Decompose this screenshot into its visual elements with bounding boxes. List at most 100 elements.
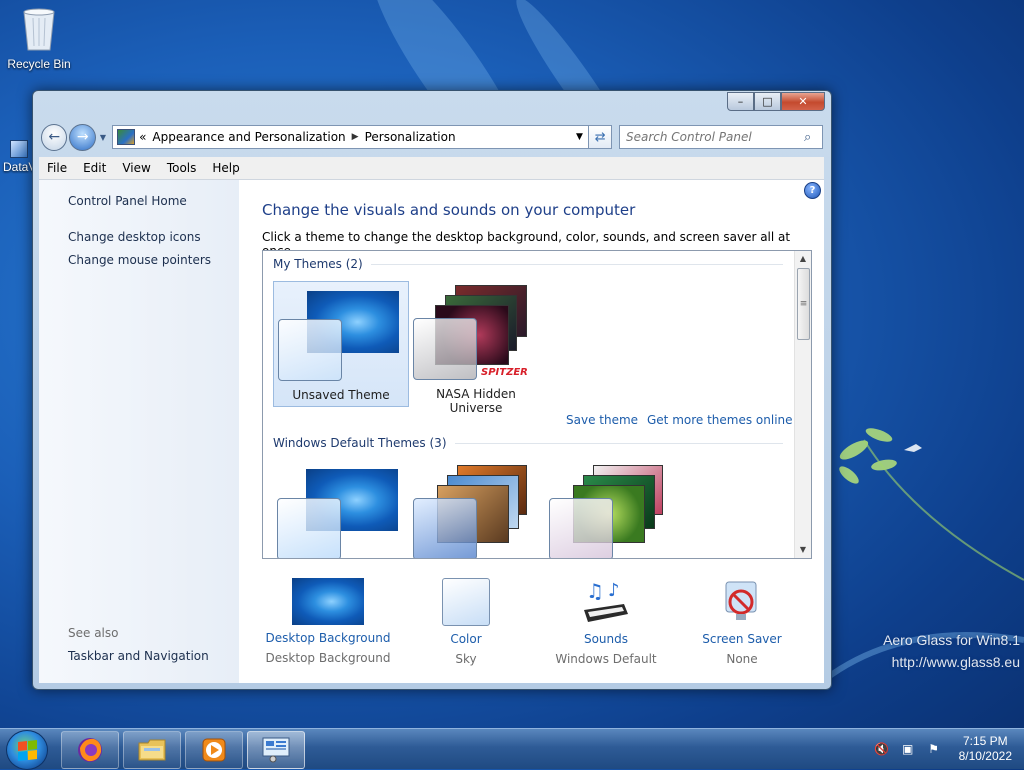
screen-saver-value: None — [726, 652, 758, 666]
search-icon[interactable]: ⌕ — [804, 130, 822, 145]
back-button[interactable]: ← — [41, 123, 68, 151]
volume-muted-icon[interactable]: 🔇 — [874, 742, 890, 756]
scroll-down-icon[interactable]: ▼ — [795, 542, 811, 558]
menu-view[interactable]: View — [114, 161, 158, 175]
clock-time: 7:15 PM — [962, 734, 1008, 748]
screen-saver-setting[interactable]: Screen Saver None — [667, 578, 817, 666]
window-controls: – □ ✕ — [727, 92, 825, 111]
color-link[interactable]: Color — [391, 632, 541, 646]
menu-edit[interactable]: Edit — [75, 161, 114, 175]
windows-logo-icon — [17, 739, 37, 761]
personalization-icon — [262, 737, 290, 763]
taskbar-control-panel[interactable] — [247, 731, 305, 769]
scroll-thumb[interactable]: ≡ — [797, 268, 810, 340]
screen-saver-icon — [725, 581, 757, 620]
characters-color-swatch — [549, 498, 613, 558]
sidebar: Control Panel Home Change desktop icons … — [39, 180, 239, 683]
sidebar-link-mouse-pointers[interactable]: Change mouse pointers — [68, 253, 211, 267]
color-setting[interactable]: Color Sky — [391, 578, 541, 666]
refresh-button[interactable]: ⇄ — [589, 125, 612, 149]
see-also-heading: See also — [68, 626, 119, 640]
theme-unsaved[interactable]: Unsaved Theme — [273, 281, 409, 407]
recycle-bin-icon — [23, 8, 55, 51]
network-icon[interactable]: ▣ — [900, 742, 916, 756]
breadcrumb-personalization[interactable]: Personalization — [365, 130, 456, 144]
taskbar-explorer[interactable] — [123, 731, 181, 769]
theme-name-unsaved: Unsaved Theme — [292, 388, 390, 402]
sounds-icon: ♫ ♪ — [584, 579, 628, 622]
watermark-line2: http://www.glass8.eu — [891, 654, 1020, 670]
theme-gallery: My Themes (2) Unsaved Theme SPITZER NASA… — [262, 250, 812, 559]
search-input[interactable] — [619, 129, 804, 145]
personalization-window: – □ ✕ ← → ▼ « Appearance and Personaliza… — [32, 90, 832, 690]
back-arrow-icon: ← — [48, 129, 61, 145]
svg-text:♪: ♪ — [608, 580, 620, 601]
theme-nasa[interactable]: SPITZER NASA Hidden Universe — [409, 281, 543, 415]
address-dropdown-icon[interactable]: ▼ — [569, 132, 588, 142]
screen-saver-link[interactable]: Screen Saver — [667, 632, 817, 646]
taskbar-firefox[interactable] — [61, 731, 119, 769]
breadcrumb-separator-icon[interactable]: ▶ — [352, 132, 359, 142]
nasa-theme-color-swatch — [413, 318, 477, 380]
forward-button[interactable]: → — [69, 123, 96, 151]
sidebar-link-control-panel-home[interactable]: Control Panel Home — [68, 194, 187, 208]
color-swatch-icon — [442, 578, 490, 626]
address-bar[interactable]: « Appearance and Personalization ▶ Perso… — [112, 125, 590, 149]
sidebar-link-taskbar[interactable]: Taskbar and Navigation — [68, 649, 209, 663]
page-title: Change the visuals and sounds on your co… — [262, 201, 636, 219]
desktop-background-link[interactable]: Desktop Background — [253, 631, 403, 645]
theme-settings-row: Desktop Background Desktop Background Co… — [239, 578, 824, 678]
minimize-button[interactable]: – — [727, 92, 754, 111]
theme-name-nasa: NASA Hidden Universe — [436, 387, 516, 415]
menu-tools[interactable]: Tools — [159, 161, 205, 175]
theme-characters[interactable] — [545, 461, 679, 558]
breadcrumb-appearance[interactable]: Appearance and Personalization — [152, 130, 345, 144]
sounds-value: Windows Default — [555, 652, 657, 666]
shortcut-icon — [10, 140, 28, 158]
taskbar-media-player[interactable] — [185, 731, 243, 769]
desktop-background-value: Desktop Background — [265, 651, 391, 665]
unsaved-theme-color-swatch — [278, 319, 342, 381]
get-more-themes-link[interactable]: Get more themes online — [647, 413, 793, 427]
watermark-line1: Aero Glass for Win8.1 — [883, 632, 1020, 648]
desktop-background-setting[interactable]: Desktop Background Desktop Background — [253, 578, 403, 665]
color-value: Sky — [455, 652, 477, 666]
control-panel-icon — [117, 129, 136, 145]
scroll-up-icon[interactable]: ▲ — [795, 251, 811, 267]
forward-arrow-icon: → — [76, 129, 89, 145]
menu-bar: File Edit View Tools Help — [39, 157, 824, 180]
sounds-link[interactable]: Sounds — [531, 632, 681, 646]
action-center-icon[interactable]: ⚑ — [926, 742, 942, 756]
address-overflow-chevron[interactable]: « — [139, 130, 146, 144]
data-shortcut[interactable]: DataV — [0, 140, 34, 174]
clock-date: 8/10/2022 — [958, 749, 1012, 763]
sounds-setting[interactable]: ♫ ♪ Sounds Windows Default — [531, 578, 681, 666]
theme-architecture[interactable] — [409, 461, 543, 558]
my-themes-group: My Themes (2) — [273, 257, 783, 271]
recent-pages-dropdown-icon[interactable]: ▼ — [100, 133, 106, 142]
sidebar-link-desktop-icons[interactable]: Change desktop icons — [68, 230, 201, 244]
start-button[interactable] — [6, 730, 48, 770]
help-icon[interactable]: ? — [804, 182, 821, 199]
gallery-scrollbar[interactable]: ▲ ≡ ▼ — [794, 251, 811, 558]
desktop-background-icon — [292, 578, 364, 625]
content-area: Control Panel Home Change desktop icons … — [39, 180, 824, 683]
refresh-icon: ⇄ — [594, 129, 606, 145]
recycle-bin-shortcut[interactable]: Recycle Bin — [6, 6, 72, 71]
maximize-button[interactable]: □ — [754, 92, 781, 111]
menu-help[interactable]: Help — [204, 161, 247, 175]
close-button[interactable]: ✕ — [781, 92, 825, 111]
folder-icon — [138, 739, 166, 761]
save-theme-link[interactable]: Save theme — [566, 413, 638, 427]
recycle-bin-label: Recycle Bin — [7, 57, 71, 71]
spitzer-logo: SPITZER — [481, 367, 528, 378]
system-clock[interactable]: 7:15 PM 8/10/2022 — [959, 734, 1012, 764]
svg-text:♫: ♫ — [586, 579, 604, 603]
system-tray: 🔇 ▣ ⚑ 7:15 PM 8/10/2022 — [869, 729, 1018, 769]
theme-windows-7[interactable] — [273, 461, 407, 558]
my-themes-heading: My Themes (2) — [273, 257, 363, 271]
menu-file[interactable]: File — [39, 161, 75, 175]
shortcut-label: DataV — [3, 160, 34, 174]
media-player-icon — [202, 738, 226, 762]
default-themes-heading: Windows Default Themes (3) — [273, 436, 447, 450]
